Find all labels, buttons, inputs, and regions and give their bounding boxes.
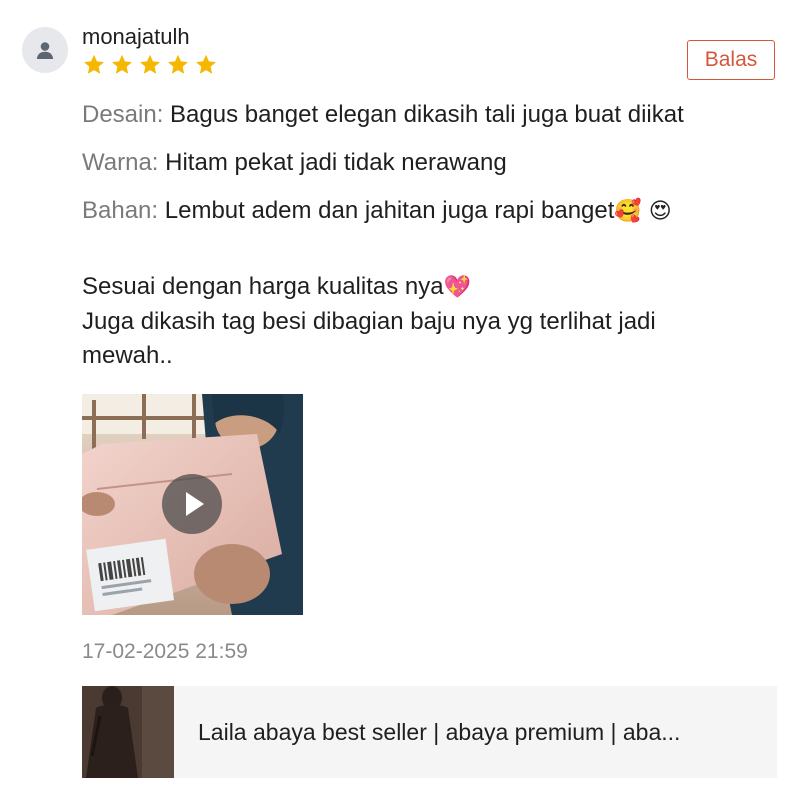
review-line: Juga dikasih tag besi dibagian baju nya … — [82, 308, 656, 335]
product-name: Laila abaya best seller | abaya premium … — [198, 718, 681, 745]
user-icon — [36, 42, 54, 59]
star-icon — [168, 54, 188, 74]
star-icon — [84, 54, 104, 74]
attribute-label: Desain: — [82, 101, 164, 128]
review-line: mewah.. — [82, 342, 173, 369]
star-icon — [196, 54, 216, 74]
emoji-smiling-hearts: 🥰 😍 — [614, 199, 672, 224]
review-attributes: Desain: Bagus banget elegan dikasih tali… — [82, 98, 782, 242]
review-line-text: Sesuai dengan harga kualitas nya — [82, 273, 444, 300]
reviewer-name: monajatulh — [82, 24, 190, 49]
attribute-value: Lembut adem dan jahitan juga rapi banget — [164, 197, 615, 224]
attribute-label: Bahan: — [82, 197, 159, 224]
review-line: Sesuai dengan harga kualitas nya💖 — [82, 270, 782, 305]
attribute-material: Bahan: Lembut adem dan jahitan juga rapi… — [82, 194, 782, 242]
attribute-label: Warna: — [82, 149, 159, 176]
product-image — [82, 686, 174, 778]
play-icon[interactable] — [162, 474, 222, 534]
reply-button[interactable]: Balas — [687, 40, 775, 80]
emoji-sparkling-heart: 💖 — [443, 275, 471, 300]
star-rating — [82, 53, 218, 77]
attribute-design: Desain: Bagus banget elegan dikasih tali… — [82, 98, 782, 146]
avatar[interactable] — [22, 27, 68, 73]
attribute-value: Bagus banget elegan dikasih tali juga bu… — [170, 101, 684, 128]
review-timestamp: 17-02-2025 21:59 — [82, 640, 248, 663]
star-icon — [112, 54, 132, 74]
product-card[interactable]: Laila abaya best seller | abaya premium … — [82, 686, 777, 778]
star-icon — [140, 54, 160, 74]
attribute-value: Hitam pekat jadi tidak nerawang — [165, 149, 507, 176]
attribute-color: Warna: Hitam pekat jadi tidak nerawang — [82, 146, 782, 194]
review-video-thumbnail[interactable] — [82, 394, 303, 615]
product-thumbnail — [82, 686, 174, 778]
review-text: Sesuai dengan harga kualitas nya💖 Juga d… — [82, 270, 782, 373]
